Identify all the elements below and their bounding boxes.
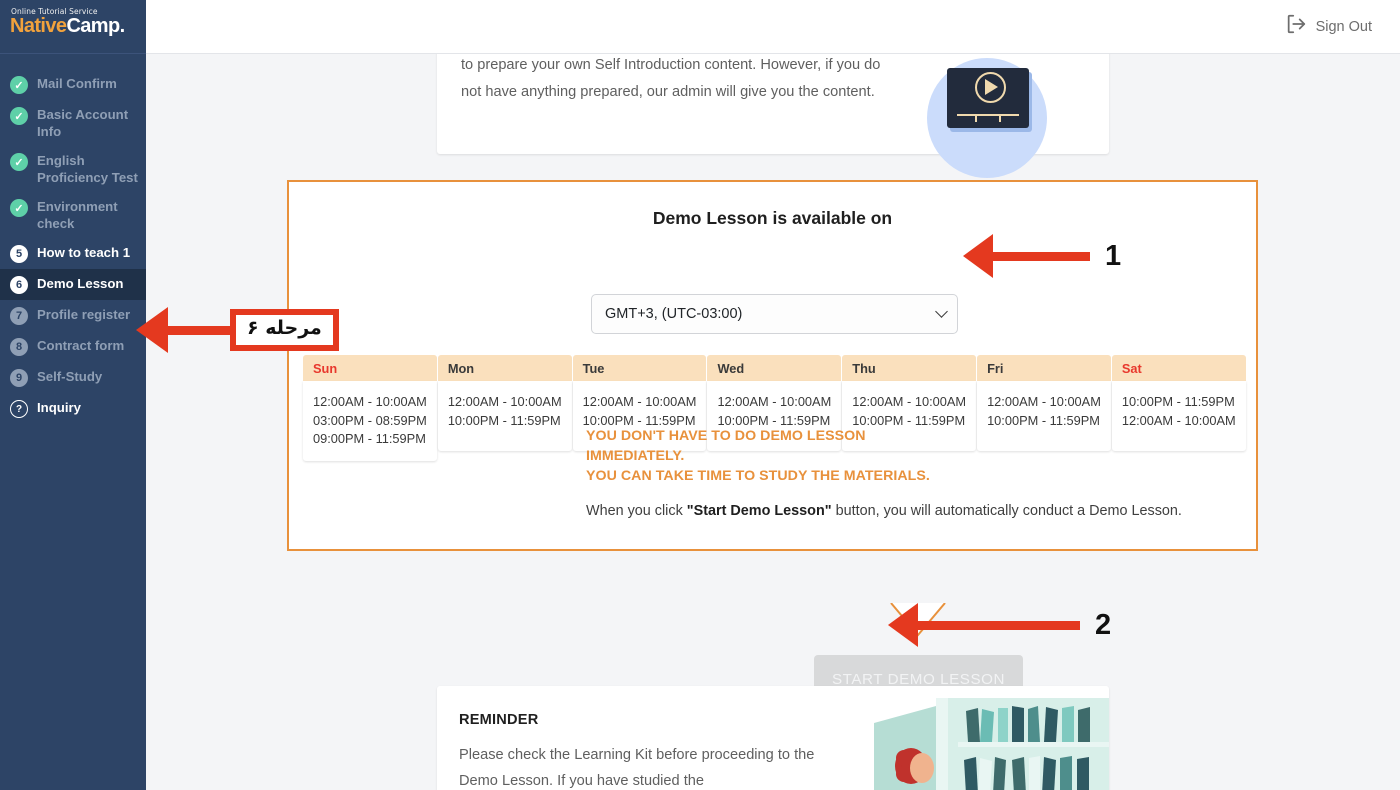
sidebar-item-how-to-teach-1[interactable]: 5 How to teach 1 [0, 238, 146, 269]
schedule-day-header: Fri [977, 355, 1111, 381]
sidebar-item-environment-check[interactable]: ✓ Environment check [0, 192, 146, 238]
step-number-badge: 9 [10, 369, 28, 387]
sidebar-item-english-proficiency-test[interactable]: ✓ English Proficiency Test [0, 146, 146, 192]
schedule-time-slot: 12:00AM - 10:00AM [313, 394, 427, 409]
schedule-day-header: Tue [572, 355, 707, 381]
step-number-badge: 5 [10, 245, 28, 263]
explanation-suffix: button, you will automatically conduct a… [831, 503, 1182, 520]
explanation-bold: "Start Demo Lesson" [686, 503, 832, 520]
video-play-illustration-icon [927, 58, 1047, 178]
annotation-stage-callout: مرحله ۶ [136, 307, 339, 353]
annotation-number-1: 1 [1105, 239, 1122, 272]
sidebar-item-demo-lesson[interactable]: 6 Demo Lesson [0, 269, 146, 300]
sidebar-nav: ✓ Mail Confirm ✓ Basic Account Info ✓ English… [0, 54, 146, 424]
top-header: Sign Out [146, 0, 1400, 54]
sidebar-item-label: Contract form [37, 338, 125, 353]
sidebar-item-mail-confirm[interactable]: ✓ Mail Confirm [0, 69, 146, 100]
question-icon: ? [10, 400, 28, 418]
warning-line-1: YOU DON'T HAVE TO DO DEMO LESSON [586, 428, 866, 444]
schedule-time-slot: 03:00PM - 08:59PM [313, 412, 427, 428]
sidebar-item-label: Self-Study [37, 369, 103, 384]
brand-logo[interactable]: Online Tutorial Service NativeCamp. [0, 0, 146, 54]
schedule-time-slot: 10:00PM - 11:59PM [1121, 394, 1235, 409]
warning-line-2: IMMEDIATELY. [586, 448, 685, 465]
arrow-tail [168, 325, 230, 335]
schedule-day-header: Mon [437, 355, 572, 381]
arrow-head-icon [963, 234, 993, 278]
demo-lesson-title: Demo Lesson is available on [652, 208, 893, 228]
sidebar-item-label: Profile register [37, 307, 131, 322]
self-introduction-card: to prepare your own Self Introduction co… [437, 54, 1109, 178]
reminder-title: REMINDER [459, 712, 539, 728]
schedule-time-slot: 10:00PM - 11:59PM [447, 412, 561, 428]
timezone-select-wrapper: GMT+3, (UTC-03:00) [591, 294, 958, 334]
arrow-head-icon [136, 307, 168, 353]
check-icon: ✓ [10, 107, 28, 125]
sidebar-item-profile-register[interactable]: 7 Profile register [0, 300, 146, 331]
reminder-card: REMINDER Please check the Learning Kit b… [437, 686, 1109, 790]
sign-out-label: Sign Out [1315, 18, 1372, 35]
sidebar-item-self-study[interactable]: 9 Self-Study [0, 362, 146, 393]
bookshelf-reader-illustration-icon [874, 698, 1109, 790]
brand-name-camp: Camp. [66, 15, 125, 37]
brand-name-native: Native [10, 15, 67, 37]
check-icon: ✓ [10, 76, 28, 94]
timezone-selected-value: GMT+3, (UTC-03:00) [605, 306, 743, 322]
step-number-badge: 7 [10, 307, 28, 325]
explanation-prefix: When you click [586, 503, 687, 520]
schedule-day-slots: 12:00AM - 10:00AM 03:00PM - 08:59PM 09:00P… [303, 381, 437, 461]
annotation-arrow-1: 1 [963, 234, 1121, 278]
sidebar-item-label: How to teach 1 [37, 245, 131, 260]
schedule-day-header: Wed [707, 355, 842, 381]
arrow-tail [918, 620, 1080, 630]
page-root: Online Tutorial Service NativeCamp. ✓ Mai… [0, 0, 1400, 790]
schedule-day-header: Thu [842, 355, 977, 381]
sidebar-item-label: Mail Confirm [37, 76, 117, 91]
sidebar-item-label: Basic Account Info [37, 107, 129, 139]
schedule-column-mon: Mon 12:00AM - 10:00AM 10:00PM - 11:59PM [437, 355, 572, 461]
schedule-time-slot: 12:00AM - 10:00AM [717, 394, 832, 409]
sidebar-item-label: Environment check [37, 199, 118, 231]
check-icon: ✓ [10, 153, 28, 171]
sidebar-item-basic-account-info[interactable]: ✓ Basic Account Info [0, 100, 146, 146]
timezone-select[interactable]: GMT+3, (UTC-03:00) [591, 294, 958, 334]
schedule-time-slot: 09:00PM - 11:59PM [313, 431, 426, 447]
step-number-badge: 8 [10, 338, 28, 356]
reminder-body: Please check the Learning Kit before pro… [459, 747, 815, 789]
schedule-time-slot: 12:00AM - 10:00AM [852, 394, 967, 409]
schedule-time-slot: 12:00AM - 10:00AM [987, 394, 1101, 409]
arrow-tail [993, 251, 1090, 261]
sign-out-icon [1285, 13, 1307, 40]
step-number-badge: 6 [10, 276, 28, 294]
schedule-day-slots: 12:00AM - 10:00AM 10:00PM - 11:59PM [437, 381, 572, 451]
schedule-day-header: Sun [303, 355, 437, 381]
reminder-text-block: REMINDER Please check the Learning Kit b… [437, 686, 857, 790]
demo-lesson-notice: YOU DON'T HAVE TO DO DEMO LESSON IMMEDIA… [586, 426, 1206, 524]
annotation-stage-label: مرحله ۶ [230, 309, 339, 351]
sidebar-item-contract-form[interactable]: 8 Contract form [0, 331, 146, 362]
schedule-column-sun: Sun 12:00AM - 10:00AM 03:00PM - 08:59PM 09:… [303, 355, 437, 461]
main-content: to prepare your own Self Introduction co… [146, 54, 1400, 790]
sidebar-item-label: Inquiry [37, 400, 81, 415]
annotation-number-2: 2 [1095, 608, 1112, 641]
sign-out-button[interactable]: Sign Out [1285, 13, 1372, 40]
schedule-time-slot: 12:00AM - 10:00AM [447, 394, 562, 409]
sidebar-item-label: English Proficiency Test [37, 153, 138, 185]
sidebar: Online Tutorial Service NativeCamp. ✓ Mai… [0, 0, 146, 790]
arrow-head-icon [888, 603, 918, 647]
sidebar-item-label: Demo Lesson [37, 276, 124, 291]
self-introduction-paragraph: to prepare your own Self Introduction co… [461, 57, 881, 100]
schedule-day-header: Sat [1111, 355, 1246, 381]
sidebar-item-inquiry[interactable]: ? Inquiry [0, 393, 146, 424]
demo-lesson-explanation: When you click "Start Demo Lesson" butto… [586, 500, 1206, 523]
check-icon: ✓ [10, 199, 28, 217]
brand-name: NativeCamp. [10, 16, 146, 37]
warning-line-3: YOU CAN TAKE TIME TO STUDY THE MATERIALS… [586, 468, 930, 485]
schedule-time-slot: 12:00AM - 10:00AM [582, 394, 697, 409]
annotation-arrow-2: 2 [888, 603, 1111, 647]
